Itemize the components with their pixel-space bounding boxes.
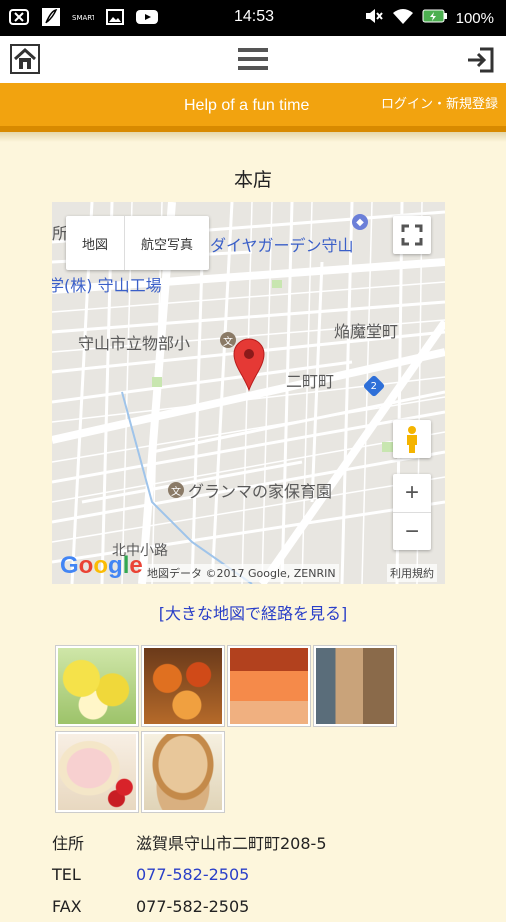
feather-app-icon bbox=[40, 7, 62, 27]
zoom-out-button[interactable]: − bbox=[393, 513, 431, 551]
image-icon bbox=[104, 7, 126, 27]
notification-icons: SMART bbox=[8, 7, 158, 27]
shopping-poi-icon: ◆ bbox=[352, 214, 368, 230]
login-arrow-icon[interactable] bbox=[466, 45, 496, 75]
map-label-garden: ダイヤガーデン守山 bbox=[210, 236, 354, 255]
map-type-switcher: 地図 航空写真 bbox=[66, 216, 210, 270]
thumb-strawberry-roll-cake[interactable] bbox=[55, 731, 139, 813]
google-map[interactable]: ダイヤガーデン守山 ◆ 所 学(株) 守山工場 守山市立物部小 文 焔魔堂町 二… bbox=[52, 202, 445, 584]
fax-row: FAX 077-582-2505 bbox=[52, 890, 327, 922]
address-row: 住所 滋賀県守山市二町町208-5 bbox=[52, 826, 327, 858]
clock: 14:53 bbox=[234, 8, 275, 25]
store-name: 本店 bbox=[233, 169, 272, 191]
status-bar: SMART 14:53 100% bbox=[0, 0, 506, 36]
mute-icon bbox=[364, 7, 384, 29]
map-label-school: 守山市立物部小 bbox=[78, 334, 191, 353]
svg-text:SMART: SMART bbox=[72, 14, 94, 22]
large-map-route-link[interactable]: [大きな地図で経路を見る] bbox=[0, 600, 506, 624]
fullscreen-button[interactable] bbox=[393, 216, 431, 254]
thumb-lemon-cakes[interactable] bbox=[55, 645, 139, 727]
address-value: 滋賀県守山市二町町208-5 bbox=[136, 834, 327, 853]
battery-percent: 100% bbox=[455, 9, 494, 27]
close-box-icon bbox=[8, 7, 30, 27]
street-view-pegman-icon[interactable] bbox=[393, 420, 431, 458]
battery-icon bbox=[422, 9, 448, 27]
tel-label: TEL bbox=[52, 864, 81, 884]
thumb-fruit-tarts[interactable] bbox=[141, 645, 225, 727]
map-data-credit: 地図データ ©2017 Google, ZENRIN bbox=[144, 564, 339, 582]
header-shadow bbox=[0, 132, 506, 142]
system-icons: 100% bbox=[364, 7, 494, 29]
fax-value: 077-582-2505 bbox=[136, 896, 250, 916]
map-terms-link[interactable]: 利用規約 bbox=[387, 564, 437, 582]
address-label: 住所 bbox=[52, 834, 85, 853]
news-app-icon: SMART bbox=[72, 7, 94, 27]
map-label-nichome: 二町町 bbox=[286, 372, 335, 391]
map-type-map-button[interactable]: 地図 bbox=[66, 216, 126, 270]
location-marker-icon[interactable] bbox=[232, 336, 266, 392]
store-info: 住所 滋賀県守山市二町町208-5 TEL 077-582-2505 FAX 0… bbox=[52, 826, 327, 922]
hamburger-menu-icon[interactable] bbox=[238, 46, 268, 72]
zoom-in-button[interactable]: + bbox=[393, 474, 431, 513]
login-register-link[interactable]: ログイン・新規登録 bbox=[381, 93, 498, 112]
site-header: Help of a fun time ログイン・新規登録 bbox=[0, 83, 506, 132]
map-label-enma: 焔魔堂町 bbox=[334, 322, 399, 341]
google-logo: Google bbox=[60, 552, 143, 579]
site-title: Help of a fun time bbox=[184, 97, 310, 114]
app-toolbar bbox=[0, 36, 506, 83]
route-badge-number: 2 bbox=[370, 380, 378, 392]
tel-row: TEL 077-582-2505 bbox=[52, 858, 327, 890]
thumb-orange-jellies[interactable] bbox=[227, 645, 311, 727]
tel-link[interactable]: 077-582-2505 bbox=[136, 865, 249, 884]
map-type-satellite-button[interactable]: 航空写真 bbox=[125, 216, 209, 270]
zoom-controls: + − bbox=[393, 474, 431, 550]
fullscreen-icon bbox=[401, 224, 423, 246]
map-label-nursery: グランマの家保育園 bbox=[188, 482, 333, 501]
youtube-icon bbox=[136, 7, 158, 27]
wifi-icon bbox=[392, 7, 414, 29]
thumb-storefront[interactable] bbox=[313, 645, 397, 727]
nursery-poi-icon: 文 bbox=[168, 482, 184, 498]
map-label-factory: 学(株) 守山工場 bbox=[52, 276, 162, 295]
home-icon[interactable] bbox=[10, 44, 40, 74]
thumb-dorayaki[interactable] bbox=[141, 731, 225, 813]
fax-label: FAX bbox=[52, 896, 82, 916]
